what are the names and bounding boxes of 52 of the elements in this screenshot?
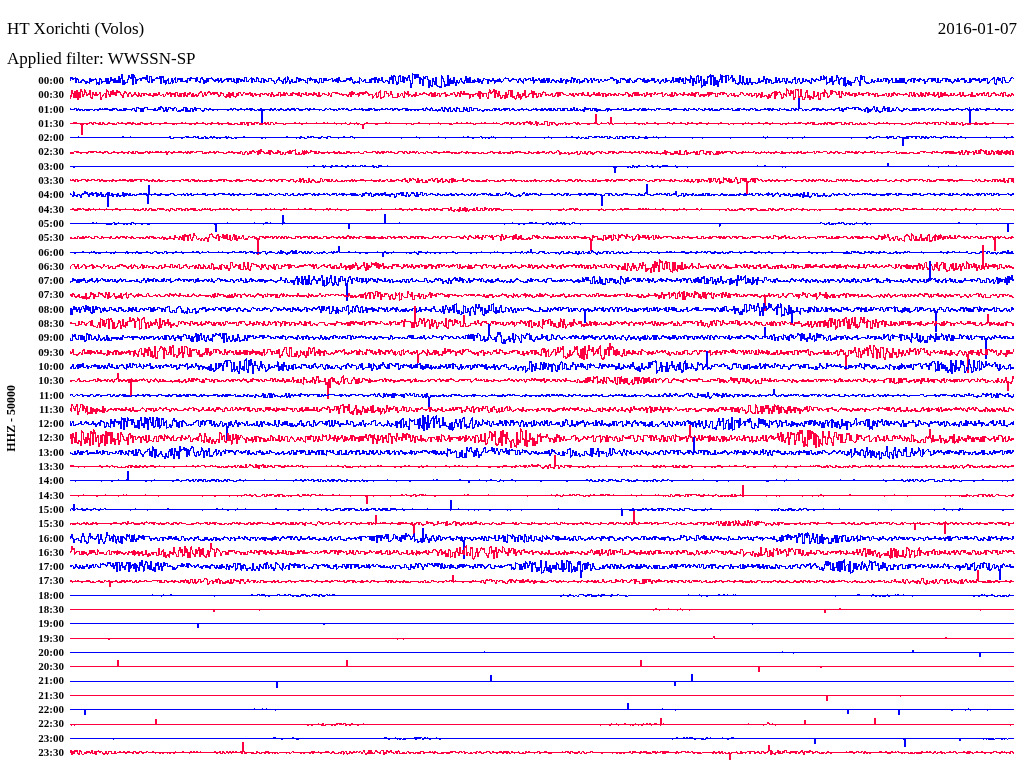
time-label: 17:00: [38, 559, 64, 574]
time-label: 19:00: [38, 616, 64, 631]
time-label: 06:00: [38, 244, 64, 259]
time-label: 00:30: [38, 87, 64, 102]
time-label: 16:30: [38, 544, 64, 560]
time-label: 17:30: [38, 573, 64, 588]
time-label: 08:00: [38, 301, 64, 317]
time-label: 21:00: [38, 673, 64, 688]
time-label: 11:30: [38, 401, 64, 417]
time-label: 23:00: [38, 730, 64, 745]
filter-label: Applied filter: WWSSN-SP: [7, 48, 196, 70]
time-label: 01:00: [38, 101, 64, 116]
time-label: 13:00: [38, 444, 64, 459]
time-label: 09:00: [38, 330, 64, 345]
time-label: 20:30: [38, 659, 64, 674]
time-label: 05:30: [38, 230, 64, 245]
time-label: 07:30: [38, 287, 64, 302]
time-label: 02:30: [38, 144, 64, 159]
time-label: 10:00: [38, 358, 64, 374]
time-label: 02:00: [38, 130, 64, 145]
time-label: 11:00: [38, 387, 64, 402]
time-label: 12:00: [38, 416, 64, 431]
time-label: 10:30: [38, 373, 64, 388]
time-label: 23:30: [38, 744, 64, 760]
station-title: HT Xorichti (Volos): [7, 18, 145, 40]
time-label: 05:00: [38, 215, 64, 231]
time-label: 08:30: [38, 316, 64, 331]
time-label: 15:00: [38, 501, 64, 517]
time-label: 22:00: [38, 702, 64, 717]
time-label: 07:00: [38, 273, 64, 288]
time-label: 00:00: [38, 73, 64, 88]
time-label: 14:00: [38, 473, 64, 488]
date-label: 2016-01-07: [937, 18, 1017, 40]
axis-label: HHZ - 50000: [4, 384, 18, 452]
time-label: 19:30: [38, 630, 64, 645]
time-label: 03:30: [38, 173, 64, 188]
time-label: 15:30: [38, 516, 64, 531]
time-label: 13:30: [38, 459, 64, 474]
time-label: 18:30: [38, 602, 64, 617]
time-label: 20:00: [38, 644, 64, 660]
time-label: 09:30: [38, 344, 64, 359]
time-label: 06:30: [38, 258, 64, 274]
time-label: 03:00: [38, 158, 64, 174]
time-label: 21:30: [38, 687, 64, 703]
time-label: 04:30: [38, 201, 64, 216]
time-label: 01:30: [38, 115, 64, 131]
time-label: 14:30: [38, 487, 64, 502]
time-label: 18:00: [38, 587, 64, 602]
time-label: 22:30: [38, 716, 64, 731]
time-label: 12:30: [38, 430, 64, 445]
time-label: 16:00: [38, 530, 64, 545]
time-label: 04:00: [38, 187, 64, 202]
